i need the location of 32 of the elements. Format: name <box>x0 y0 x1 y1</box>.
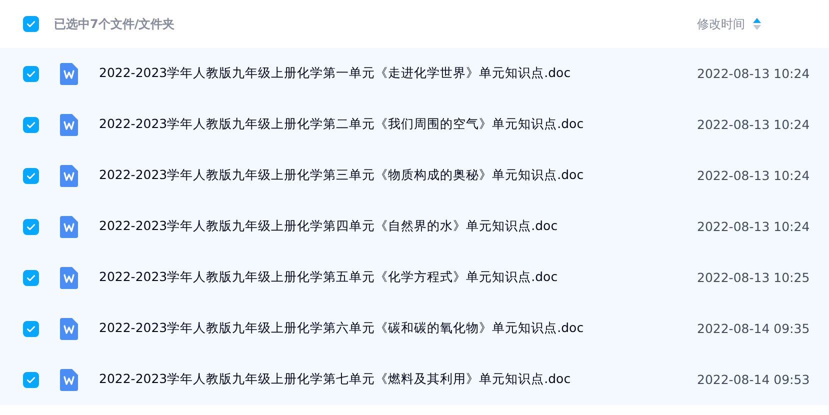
checkbox[interactable] <box>23 372 39 388</box>
file-name[interactable]: 2022-2023学年人教版九年级上册化学第六单元《碳和碳的氧化物》单元知识点.doc <box>99 320 697 337</box>
checkbox[interactable] <box>23 270 39 286</box>
word-document-icon <box>60 368 78 390</box>
checkbox[interactable] <box>23 168 39 184</box>
modified-time: 2022-08-13 10:24 <box>697 168 811 183</box>
file-name[interactable]: 2022-2023学年人教版九年级上册化学第七单元《燃料及其利用》单元知识点.doc <box>99 371 697 388</box>
word-document-icon <box>60 164 78 186</box>
word-document-icon <box>60 62 78 84</box>
checkbox[interactable] <box>23 66 39 82</box>
file-name[interactable]: 2022-2023学年人教版九年级上册化学第二单元《我们周围的空气》单元知识点.doc <box>99 116 697 133</box>
modified-time: 2022-08-14 09:35 <box>697 321 811 336</box>
file-name[interactable]: 2022-2023学年人教版九年级上册化学第一单元《走进化学世界》单元知识点.doc <box>99 65 697 82</box>
selection-count: 已选中7个文件/文件夹 <box>54 16 176 32</box>
checkbox[interactable] <box>23 116 39 132</box>
checkbox[interactable] <box>23 218 39 234</box>
word-document-icon <box>60 114 78 136</box>
file-name[interactable]: 2022-2023学年人教版九年级上册化学第五单元《化学方程式》单元知识点.doc <box>99 269 697 286</box>
file-name[interactable]: 2022-2023学年人教版九年级上册化学第四单元《自然界的水》单元知识点.doc <box>99 218 697 235</box>
modified-time: 2022-08-14 09:53 <box>697 372 811 387</box>
word-document-icon <box>60 266 78 288</box>
modified-time: 2022-08-13 10:25 <box>697 270 811 285</box>
checkbox[interactable] <box>23 16 39 32</box>
file-name[interactable]: 2022-2023学年人教版九年级上册化学第三单元《物质构成的奥秘》单元知识点.doc <box>99 167 697 184</box>
word-document-icon <box>60 216 78 238</box>
modified-time: 2022-08-13 10:24 <box>697 117 811 132</box>
word-document-icon <box>60 318 78 340</box>
checkbox[interactable] <box>23 320 39 336</box>
check-icon <box>25 18 37 30</box>
modified-time: 2022-08-13 10:24 <box>697 66 811 81</box>
modified-time: 2022-08-13 10:24 <box>697 219 811 234</box>
sort-icon[interactable] <box>753 18 761 30</box>
